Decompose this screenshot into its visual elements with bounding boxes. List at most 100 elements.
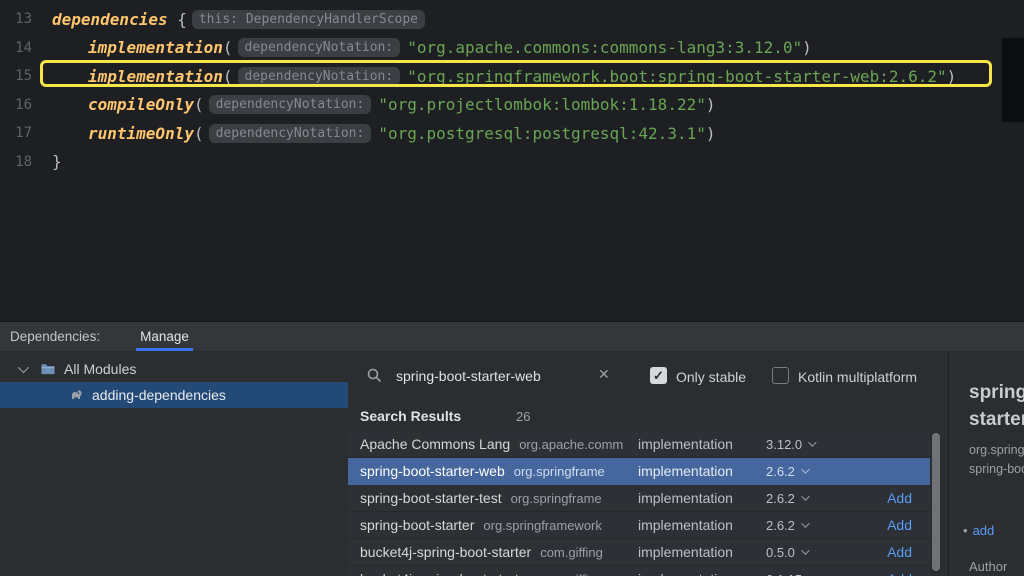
add-button[interactable]: Add xyxy=(850,490,930,506)
group-id: org.springframework xyxy=(483,518,602,533)
code-line-18[interactable]: 18 } xyxy=(0,148,1024,177)
results-scrollbar[interactable] xyxy=(932,433,940,571)
line-number[interactable]: 16 xyxy=(6,97,32,113)
table-row[interactable]: spring-boot-starter-testorg.springframe … xyxy=(348,485,930,512)
modules-folder-icon xyxy=(40,361,56,377)
editor-scrollbar-marks[interactable] xyxy=(1002,38,1024,122)
line-number[interactable]: 13 xyxy=(6,11,32,27)
inlay-hint: dependencyNotation: xyxy=(209,95,372,114)
scope-cell[interactable]: implementation xyxy=(638,436,766,452)
artifact-name: spring-boot-starter-test xyxy=(360,490,502,506)
line-number[interactable]: 18 xyxy=(6,154,32,170)
add-button[interactable]: Add xyxy=(850,571,930,576)
only-stable-checkbox[interactable]: ✓ xyxy=(650,367,667,384)
search-icon xyxy=(366,367,382,388)
close-paren: ) xyxy=(706,124,716,143)
artifact-name: Apache Commons Lang xyxy=(360,436,510,452)
detail-authors-label: Author xyxy=(969,559,1007,574)
kotlin-multiplatform-checkbox[interactable] xyxy=(772,367,789,384)
table-row[interactable]: bucket4j-spring-boot-startercom.giffing … xyxy=(348,566,930,576)
code-line-13[interactable]: 13 dependencies { this: DependencyHandler… xyxy=(0,5,1024,34)
version-dropdown[interactable]: 2.6.2 xyxy=(766,491,850,506)
table-row[interactable]: spring-boot-starter org.springframework i… xyxy=(348,512,930,539)
table-row[interactable]: Apache Commons Langorg.apache.comm imple… xyxy=(348,431,930,458)
only-stable-label[interactable]: Only stable xyxy=(676,369,746,385)
tab-manage[interactable]: Manage xyxy=(136,322,193,351)
artifact-name: spring-boot-starter xyxy=(360,517,474,533)
tree-item-all-modules[interactable]: All Modules xyxy=(0,356,348,382)
package-detail-panel: spring-boot-starter-web org.springframew… xyxy=(948,351,1024,576)
chevron-down-icon xyxy=(801,519,809,527)
artifact-name: bucket4j-spring-boot-starter xyxy=(360,544,531,560)
group-id: com.giffing xyxy=(540,545,603,560)
version-dropdown[interactable]: 2.6.2 xyxy=(766,464,850,479)
search-results-title: Search Results xyxy=(360,408,461,424)
clear-search-icon[interactable]: ✕ xyxy=(598,366,610,383)
version-dropdown[interactable]: 0.1.15 xyxy=(766,572,850,576)
detail-group-id: org.springframework.boot xyxy=(969,443,1024,457)
scope-cell[interactable]: implementation xyxy=(638,544,766,560)
code-editor[interactable]: 13 dependencies { this: DependencyHandler… xyxy=(0,0,1024,321)
method-call: runtimeOnly xyxy=(88,124,194,143)
close-paren: ) xyxy=(802,38,812,57)
open-brace: { xyxy=(168,10,187,29)
scope-cell[interactable]: implementation xyxy=(638,517,766,533)
artifact-name: spring-boot-starter-web xyxy=(360,463,505,479)
scope-cell[interactable]: implementation xyxy=(638,571,766,576)
add-button[interactable]: Add xyxy=(850,544,930,560)
chevron-down-icon xyxy=(801,546,809,554)
results-table: Apache Commons Langorg.apache.comm imple… xyxy=(348,431,930,576)
chevron-down-icon xyxy=(801,465,809,473)
version-dropdown[interactable]: 0.5.0 xyxy=(766,545,850,560)
gradle-icon xyxy=(68,387,84,403)
line-number[interactable]: 17 xyxy=(6,125,32,141)
modules-tree: All Modules adding-dependencies xyxy=(0,351,348,576)
code-line-16[interactable]: 16 compileOnly( dependencyNotation: "org.p… xyxy=(0,91,1024,120)
toolwindow-title: Dependencies: xyxy=(10,329,100,344)
method-call: compileOnly xyxy=(88,95,194,114)
code-line-14[interactable]: 14 implementation( dependencyNotation: "or… xyxy=(0,34,1024,63)
close-paren: ) xyxy=(947,67,957,86)
open-paren: ( xyxy=(194,95,204,114)
bullet-icon: • xyxy=(963,523,968,538)
open-paren: ( xyxy=(223,38,233,57)
dependency-string: "org.postgresql:postgresql:42.3.1" xyxy=(378,124,706,143)
dependencies-toolwindow: Dependencies: Manage All Modules adding-… xyxy=(0,321,1024,576)
table-row[interactable]: bucket4j-spring-boot-startercom.giffing … xyxy=(348,539,930,566)
search-results-count: 26 xyxy=(516,409,530,424)
toolwindow-header: Dependencies: Manage xyxy=(0,322,1024,351)
chevron-down-icon xyxy=(801,492,809,500)
chevron-down-icon xyxy=(808,438,816,446)
inlay-hint: dependencyNotation: xyxy=(238,38,401,57)
dependency-string: "org.projectlombok:lombok:1.18.22" xyxy=(378,95,706,114)
kotlin-multiplatform-label[interactable]: Kotlin multiplatform xyxy=(798,369,917,385)
version-dropdown[interactable]: 3.12.0 xyxy=(766,437,850,452)
tree-item-adding-dependencies[interactable]: adding-dependencies xyxy=(0,382,348,408)
table-row-selected[interactable]: spring-boot-starter-web org.springframe i… xyxy=(348,458,930,485)
group-id: org.springframe xyxy=(514,464,605,479)
scope-cell[interactable]: implementation xyxy=(638,463,766,479)
method-call: implementation xyxy=(88,67,223,86)
code-line-17[interactable]: 17 runtimeOnly(dependencyNotation:"org.p… xyxy=(0,119,1024,148)
code-line-15[interactable]: 15 implementation(dependencyNotation:"or… xyxy=(0,62,1024,91)
dependencies-block-keyword: dependencies xyxy=(52,10,168,29)
add-button[interactable]: Add xyxy=(850,517,930,533)
detail-artifact-id: spring-boot-starter-web xyxy=(969,462,1024,476)
dependency-string: "org.apache.commons:commons-lang3:3.12.0… xyxy=(407,38,802,57)
version-dropdown[interactable]: 2.6.2 xyxy=(766,518,850,533)
group-id: org.springframe xyxy=(511,491,602,506)
dependency-string: "org.springframework.boot:spring-boot-st… xyxy=(407,67,946,86)
inlay-hint: this: DependencyHandlerScope xyxy=(192,10,425,29)
scope-cell[interactable]: implementation xyxy=(638,490,766,506)
close-paren: ) xyxy=(706,95,716,114)
tree-item-label: adding-dependencies xyxy=(92,387,226,403)
method-call: implementation xyxy=(88,38,223,57)
chevron-down-icon[interactable] xyxy=(18,362,29,373)
add-link[interactable]: add xyxy=(973,523,995,538)
line-number[interactable]: 15 xyxy=(6,68,32,84)
inlay-hint: dependencyNotation: xyxy=(209,124,372,143)
search-input[interactable]: spring-boot-starter-web xyxy=(396,368,541,384)
group-id: com.giffing xyxy=(540,572,603,576)
detail-title: spring-boot-starter-web xyxy=(969,379,1024,433)
line-number[interactable]: 14 xyxy=(6,40,32,56)
